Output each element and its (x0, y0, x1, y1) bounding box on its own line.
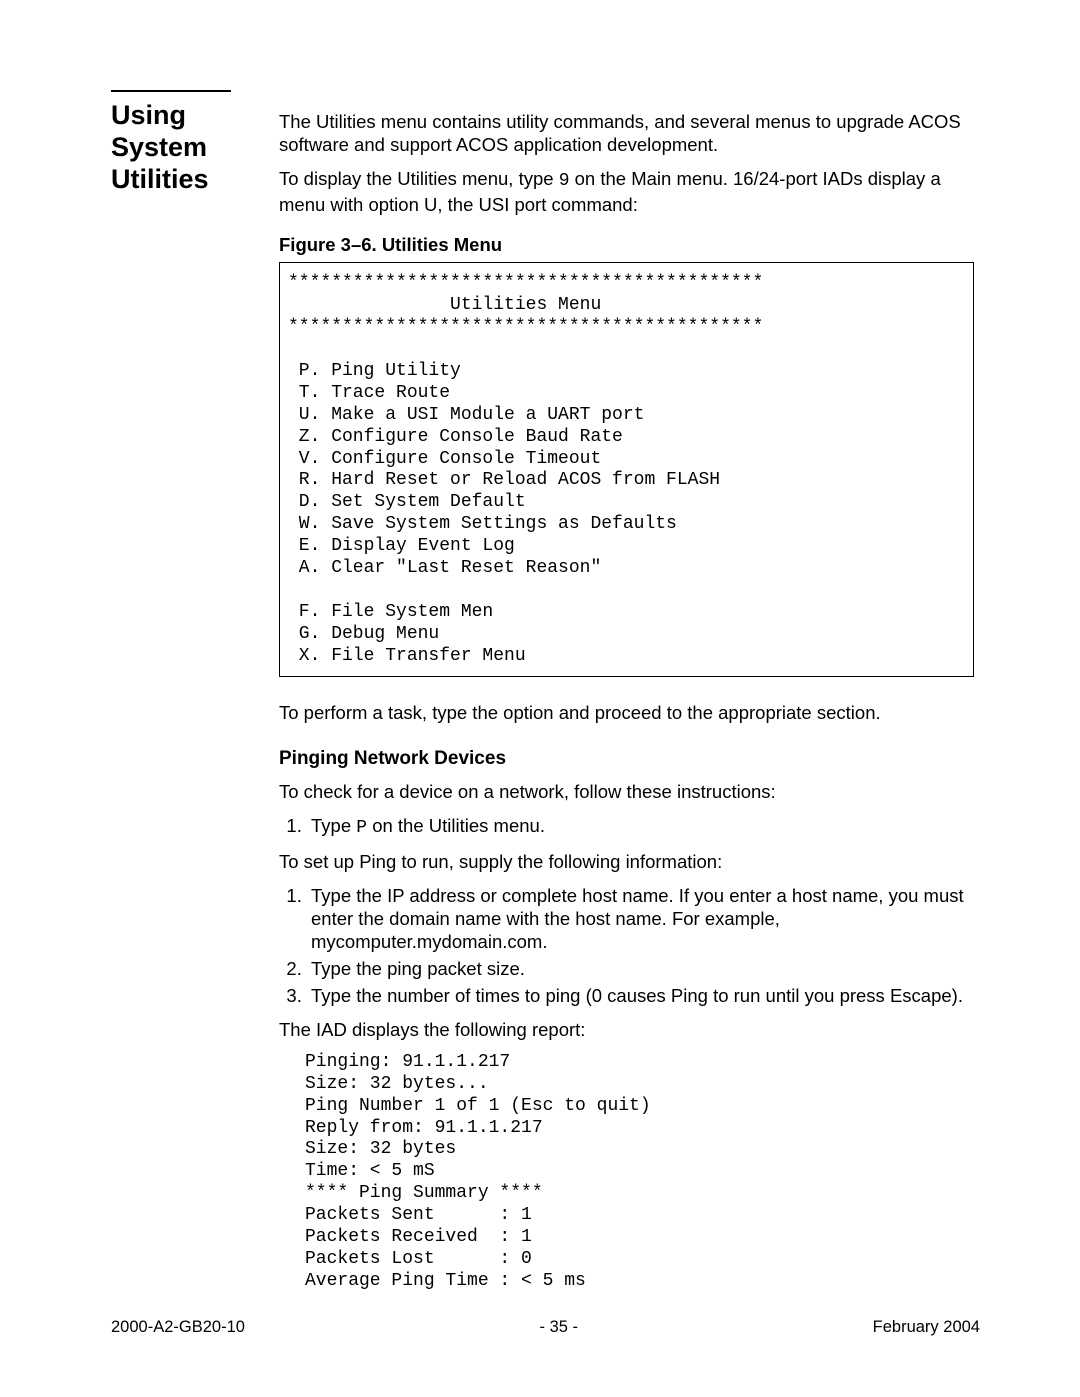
intro-paragraph-2a: To display the Utilities menu, type (279, 168, 559, 189)
ping-step-1b: on the Utilities menu. (367, 815, 545, 836)
ping-step-1a: Type (311, 815, 356, 836)
ping-steps-list: Type P on the Utilities menu. (279, 814, 974, 840)
page: Using System Utilities The Utilities men… (0, 0, 1080, 1397)
page-footer: 2000-A2-GB20-10 - 35 - February 2004 (111, 1318, 980, 1337)
intro-code-9: 9 (559, 171, 570, 191)
intro-paragraph-1: The Utilities menu contains utility comm… (279, 110, 974, 156)
setup-intro: To set up Ping to run, supply the follow… (279, 850, 974, 873)
report-intro: The IAD displays the following report: (279, 1018, 974, 1041)
ping-intro: To check for a device on a network, foll… (279, 780, 974, 803)
intro-paragraph-2: To display the Utilities menu, type 9 on… (279, 167, 974, 216)
after-figure-paragraph: To perform a task, type the option and p… (279, 701, 974, 724)
setup-step-3: Type the number of times to ping (0 caus… (307, 984, 974, 1007)
ping-report-block: Pinging: 91.1.1.217 Size: 32 bytes... Pi… (305, 1052, 974, 1293)
section-title-line1: Using (111, 100, 186, 130)
footer-right: February 2004 (873, 1318, 980, 1337)
section-title-line3: Utilities (111, 164, 209, 194)
subheading-pinging: Pinging Network Devices (279, 748, 974, 770)
content: The Utilities menu contains utility comm… (279, 110, 974, 1293)
ping-step-1-code: P (356, 818, 367, 838)
section-title: Using System Utilities (111, 100, 261, 196)
figure-box: ****************************************… (279, 262, 974, 677)
sidebar-rule (111, 90, 231, 92)
setup-step-2: Type the ping packet size. (307, 957, 974, 980)
footer-center: - 35 - (540, 1318, 579, 1337)
figure-caption: Figure 3–6. Utilities Menu (279, 234, 974, 256)
setup-steps-list: Type the IP address or complete host nam… (279, 884, 974, 1008)
ping-step-1: Type P on the Utilities menu. (307, 814, 974, 840)
section-title-line2: System (111, 132, 207, 162)
footer-left: 2000-A2-GB20-10 (111, 1318, 245, 1337)
setup-step-1: Type the IP address or complete host nam… (307, 884, 974, 953)
sidebar: Using System Utilities (111, 90, 261, 196)
